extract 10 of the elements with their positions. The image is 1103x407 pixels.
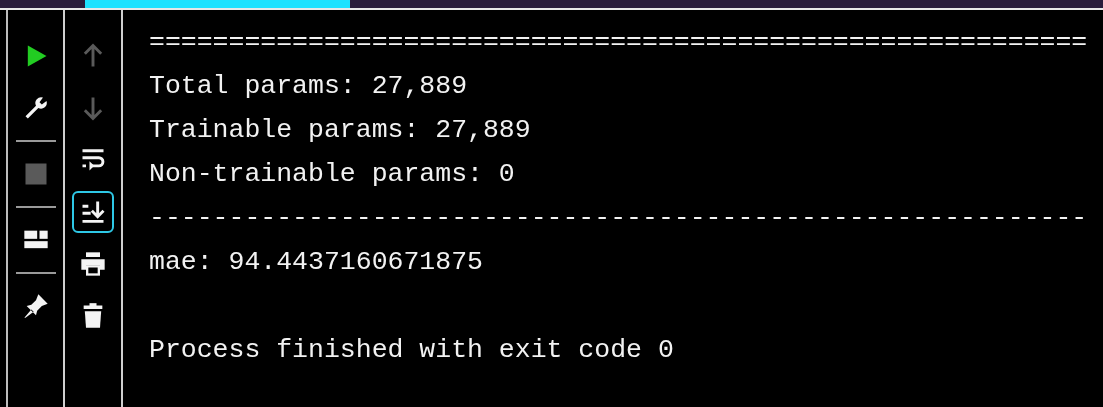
console-line: Non-trainable params: 0 (149, 158, 516, 191)
console-line: Total params: 27,889 (149, 70, 469, 103)
console-line: ----------------------------------------------------------- (149, 202, 1089, 235)
scroll-end-button[interactable] (72, 191, 114, 233)
console-line: =========================================================== (149, 26, 1089, 59)
pin-icon (21, 292, 50, 320)
console-line: mae: 94.4437160671875 (149, 246, 484, 279)
printer-icon (79, 250, 107, 278)
exit-message: Process finished with exit code 0 (149, 334, 675, 367)
console-line: Trainable params: 27,889 (149, 114, 532, 147)
